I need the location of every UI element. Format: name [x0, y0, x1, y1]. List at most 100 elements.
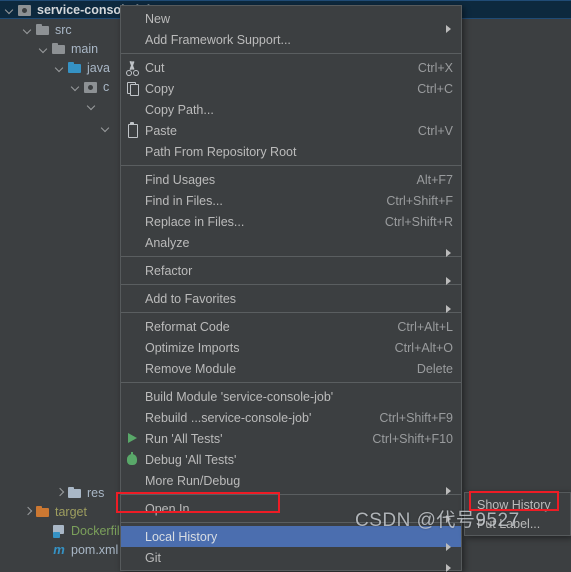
menu-item-label: Copy Path... [145, 102, 214, 117]
tree-item-dockerfile[interactable]: Dockerfile [0, 521, 130, 540]
menu-item-label: Rebuild ...service-console-job' [145, 410, 312, 425]
menu-item-debug-all-tests[interactable]: Debug 'All Tests' [121, 449, 461, 470]
menu-item-shortcut: Ctrl+Alt+L [397, 319, 453, 334]
chevron-down-icon[interactable] [100, 122, 111, 133]
local-history-submenu[interactable]: Show History Put Label... [464, 492, 571, 536]
tree-item-resources[interactable]: res [0, 483, 130, 502]
menu-item-copy[interactable]: Copy Ctrl+C [121, 78, 461, 99]
menu-item-new[interactable]: New [121, 8, 461, 33]
chevron-down-icon[interactable] [70, 81, 81, 92]
chevron-right-icon[interactable] [22, 506, 33, 517]
menu-separator [121, 382, 461, 383]
docker-icon [51, 523, 67, 539]
menu-item-run-all-tests[interactable]: Run 'All Tests' Ctrl+Shift+F10 [121, 428, 461, 449]
menu-item-shortcut: Ctrl+Shift+F9 [379, 410, 453, 425]
blank-icon [121, 358, 143, 379]
blank-icon [121, 211, 143, 232]
tree-item-label: c [103, 79, 110, 94]
menu-item-local-history[interactable]: Local History [121, 526, 461, 551]
tree-item-label: target [55, 504, 87, 519]
chevron-down-icon[interactable] [4, 4, 15, 15]
maven-icon: m [53, 541, 65, 557]
tree-item-package-nested-2[interactable] [0, 118, 130, 137]
tree-item-pom-xml[interactable]: m pom.xml [0, 540, 130, 559]
tree-item-label: res [87, 485, 105, 500]
menu-item-label: Add Framework Support... [145, 32, 291, 47]
menu-item-label: Refactor [145, 263, 193, 278]
menu-item-label: Cut [145, 60, 165, 75]
menu-item-shortcut: Ctrl+X [417, 60, 453, 75]
menu-item-label: Path From Repository Root [145, 144, 297, 159]
blank-icon [121, 8, 143, 29]
blank-icon [121, 29, 143, 50]
menu-item-path-from-repository-root[interactable]: Path From Repository Root [121, 141, 461, 162]
menu-item-label: Paste [145, 123, 177, 138]
tree-item-label: src [55, 22, 72, 37]
menu-item-shortcut: Ctrl+Alt+O [394, 340, 453, 355]
menu-item-replace-in-files[interactable]: Replace in Files... Ctrl+Shift+R [121, 211, 461, 232]
blank-icon [121, 232, 143, 253]
chevron-right-icon[interactable] [54, 487, 65, 498]
menu-item-label: Optimize Imports [145, 340, 240, 355]
tree-item-target[interactable]: target [0, 502, 130, 521]
menu-separator [121, 53, 461, 54]
menu-item-optimize-imports[interactable]: Optimize Imports Ctrl+Alt+O [121, 337, 461, 358]
tree-item-package-nested-1[interactable] [0, 96, 130, 115]
menu-item-find-in-files[interactable]: Find in Files... Ctrl+Shift+F [121, 190, 461, 211]
tree-item-main[interactable]: main [0, 39, 130, 58]
context-menu[interactable]: New Add Framework Support... Cut Ctrl+X … [120, 5, 462, 572]
menu-item-copy-path[interactable]: Copy Path... [121, 99, 461, 120]
menu-item-open-in[interactable]: Open In [121, 498, 461, 523]
menu-item-shortcut: Ctrl+Shift+F10 [372, 431, 453, 446]
menu-item-shortcut: Ctrl+C [417, 81, 453, 96]
menu-item-remove-module[interactable]: Remove Module Delete [121, 358, 461, 379]
menu-item-git[interactable]: Git [121, 547, 461, 572]
debug-icon [121, 449, 143, 470]
menu-item-build-module[interactable]: Build Module 'service-console-job' [121, 386, 461, 407]
tree-item-package-c[interactable]: c [0, 77, 130, 96]
menu-item-cut[interactable]: Cut Ctrl+X [121, 57, 461, 78]
tree-item-java[interactable]: java [0, 58, 130, 77]
blank-icon [121, 498, 143, 519]
blank-icon [121, 141, 143, 162]
menu-item-find-usages[interactable]: Find Usages Alt+F7 [121, 169, 461, 190]
menu-item-more-run-debug[interactable]: More Run/Debug [121, 470, 461, 495]
blank-icon [121, 260, 143, 281]
chevron-down-icon[interactable] [86, 100, 97, 111]
blank-icon [121, 526, 143, 547]
menu-item-shortcut: Delete [416, 361, 453, 376]
blank-icon [121, 407, 143, 428]
menu-item-refactor[interactable]: Refactor [121, 260, 461, 285]
package-icon [83, 79, 99, 95]
chevron-down-icon[interactable] [54, 62, 65, 73]
chevron-down-icon[interactable] [38, 43, 49, 54]
blank-icon [121, 316, 143, 337]
cut-icon [121, 57, 143, 78]
module-icon [17, 2, 33, 18]
menu-item-rebuild-module[interactable]: Rebuild ...service-console-job' Ctrl+Shi… [121, 407, 461, 428]
tree-item-label: java [87, 60, 110, 75]
folder-icon [35, 22, 51, 38]
menu-item-paste[interactable]: Paste Ctrl+V [121, 120, 461, 141]
menu-item-add-framework-support[interactable]: Add Framework Support... [121, 29, 461, 50]
menu-item-add-to-favorites[interactable]: Add to Favorites [121, 288, 461, 313]
menu-item-label: Find Usages [145, 172, 216, 187]
submenu-item-put-label[interactable]: Put Label... [465, 514, 570, 533]
tree-item-label: Dockerfile [71, 523, 127, 538]
submenu-item-show-history[interactable]: Show History [465, 495, 570, 514]
menu-item-label: Copy [145, 81, 175, 96]
run-icon [121, 428, 143, 449]
menu-item-reformat-code[interactable]: Reformat Code Ctrl+Alt+L [121, 316, 461, 337]
menu-item-shortcut: Ctrl+V [417, 123, 453, 138]
menu-item-label: Analyze [145, 235, 190, 250]
blank-icon [465, 513, 475, 534]
menu-separator [121, 494, 461, 495]
blank-icon [121, 547, 143, 568]
menu-item-analyze[interactable]: Analyze [121, 232, 461, 257]
menu-item-label: Find in Files... [145, 193, 223, 208]
blank-icon [121, 288, 143, 309]
tree-item-src[interactable]: src [0, 20, 130, 39]
chevron-down-icon[interactable] [22, 24, 33, 35]
